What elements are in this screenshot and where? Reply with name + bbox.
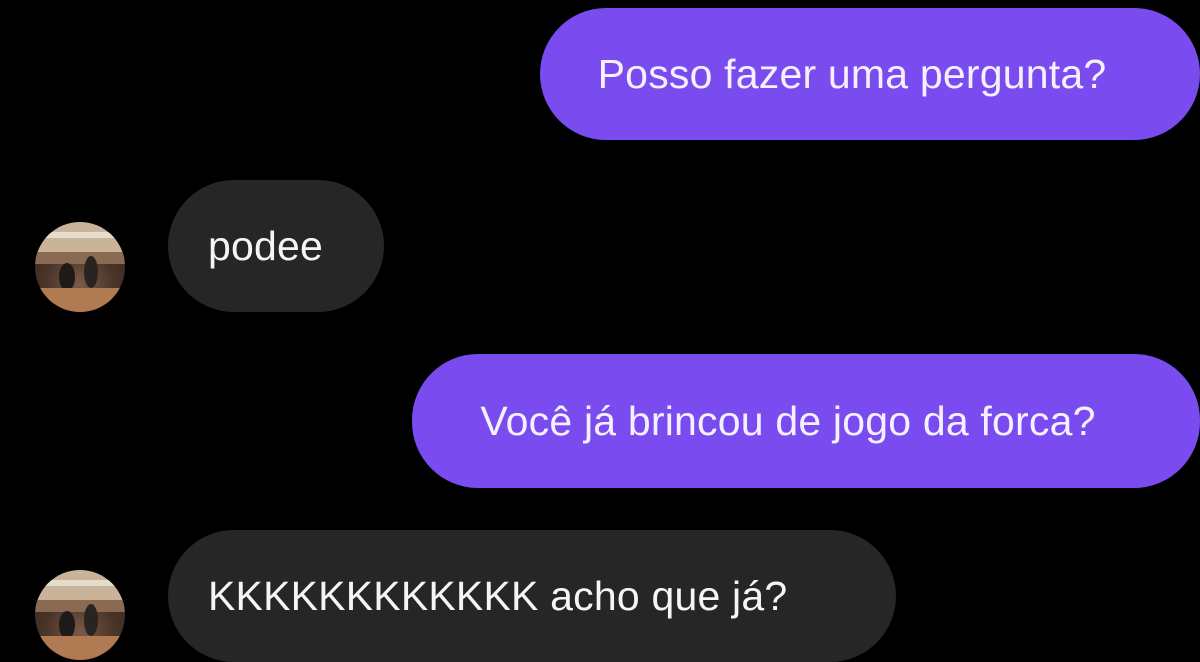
avatar-photo-icon (35, 570, 125, 660)
message-text: podee (208, 222, 324, 269)
message-text: KKKKKKKKKKKK acho que já? (208, 572, 788, 619)
message-text: Você já brincou de jogo da forca? (480, 397, 1096, 444)
chat-thread: Posso fazer uma pergunta? podee Você já … (0, 0, 1200, 662)
avatar-photo-icon (35, 222, 125, 312)
received-message-bubble[interactable]: KKKKKKKKKKKK acho que já? (168, 530, 896, 662)
contact-avatar[interactable] (35, 570, 125, 660)
contact-avatar[interactable] (35, 222, 125, 312)
message-text: Posso fazer uma pergunta? (597, 50, 1107, 97)
received-message-bubble[interactable]: podee (168, 180, 384, 312)
sent-message-bubble[interactable]: Posso fazer uma pergunta? (540, 8, 1200, 140)
sent-message-bubble[interactable]: Você já brincou de jogo da forca? (412, 354, 1200, 488)
